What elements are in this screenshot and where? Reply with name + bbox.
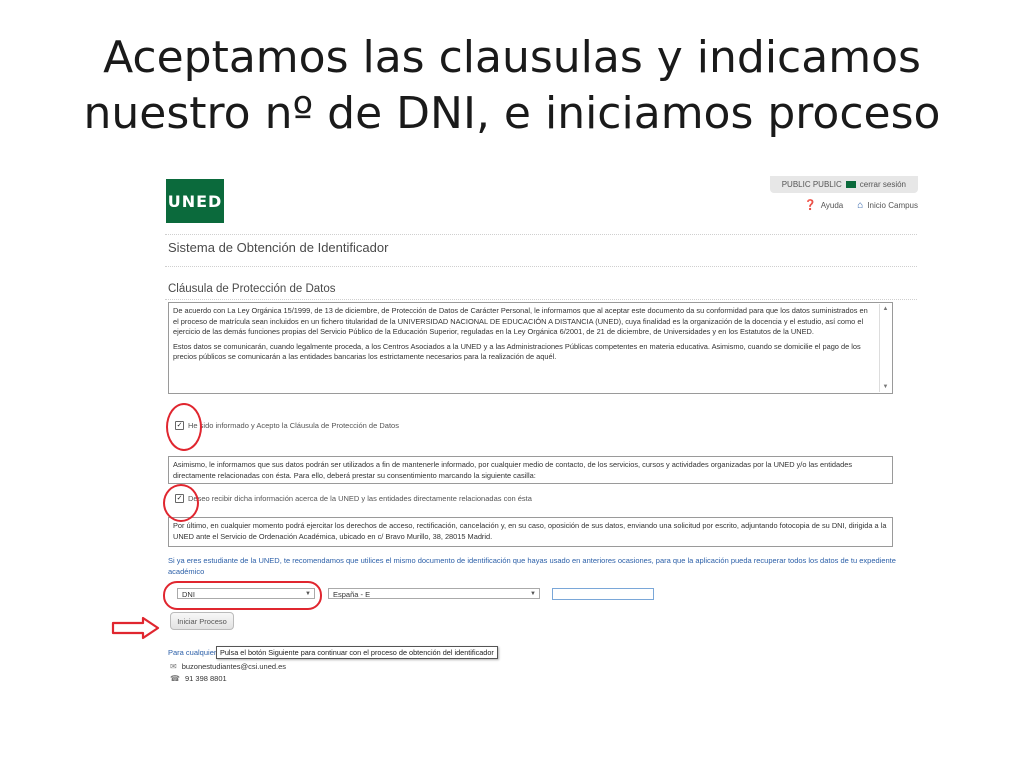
contact-prefix: Para cualquier <box>168 648 217 657</box>
annotation-circle <box>163 581 322 610</box>
start-process-button[interactable]: Iniciar Proceso <box>170 612 234 630</box>
annotation-circle <box>163 484 199 522</box>
slide-title: Aceptamos las clausulas y indicamos nues… <box>0 30 1024 142</box>
contact-phone-row: ☎ 91 398 8801 <box>170 674 227 683</box>
clause-paragraph-1: De acuerdo con La Ley Orgánica 15/1999, … <box>173 306 868 336</box>
marketing-info-box: Asimismo, le informamos que sus datos po… <box>168 456 893 484</box>
clause-textbox[interactable]: De acuerdo con La Ley Orgánica 15/1999, … <box>168 302 893 394</box>
top-nav: ❓ Ayuda ⌂ Inicio Campus <box>804 200 918 211</box>
help-link[interactable]: ❓ Ayuda <box>804 200 843 211</box>
home-icon: ⌂ <box>857 200 864 211</box>
flag-icon <box>845 181 856 188</box>
rights-info-box: Por último, en cualquier momento podrá e… <box>168 517 893 547</box>
home-link[interactable]: ⌂ Inicio Campus <box>857 200 918 211</box>
user-bar: PUBLIC PUBLIC cerrar sesión <box>769 176 918 193</box>
user-name: PUBLIC PUBLIC <box>781 180 842 189</box>
annotation-circle <box>166 403 202 451</box>
clause-paragraph-2: Estos datos se comunicarán, cuando legal… <box>173 341 861 362</box>
divider <box>165 266 917 267</box>
divider <box>165 234 917 235</box>
scroll-down-icon[interactable]: ▼ <box>880 382 891 393</box>
student-note: Si ya eres estudiante de la UNED, te rec… <box>168 556 896 576</box>
help-icon: ❓ <box>804 200 817 211</box>
logo-text: UNED <box>167 191 223 211</box>
uned-screenshot: UNED PUBLIC PUBLIC cerrar sesión ❓ Ayuda … <box>165 176 920 706</box>
slide-title-line-2: nuestro nº de DNI, e iniciamos proceso <box>83 88 941 139</box>
scroll-up-icon[interactable]: ▲ <box>880 304 891 315</box>
document-number-input[interactable] <box>552 588 654 600</box>
mail-icon: ✉ <box>170 662 177 671</box>
uned-logo[interactable]: UNED <box>166 179 224 223</box>
accept-clause-row: ✓ He sido informado y Acepto la Cláusula… <box>175 421 399 430</box>
accept-clause-label: He sido informado y Acepto la Cláusula d… <box>188 421 399 430</box>
slide-title-line-1: Aceptamos las clausulas y indicamos <box>103 32 921 83</box>
country-select[interactable]: España - E ▼ <box>328 588 540 599</box>
contact-phone: 91 398 8801 <box>184 674 227 683</box>
home-label: Inicio Campus <box>867 201 918 210</box>
help-label: Ayuda <box>820 201 844 210</box>
country-value: España - E <box>333 590 371 599</box>
divider <box>165 299 917 300</box>
contact-email-row: ✉ buzonestudiantes@csi.uned.es <box>170 662 286 671</box>
logout-link[interactable]: cerrar sesión <box>860 176 906 193</box>
clause-title: Cláusula de Protección de Datos <box>168 283 336 295</box>
system-title: Sistema de Obtención de Identificador <box>168 240 389 255</box>
marketing-consent-row: ✓ Deseo recibir dicha información acerca… <box>175 494 532 503</box>
phone-icon: ☎ <box>170 674 180 683</box>
start-button-tooltip: Pulsa el botón Siguiente para continuar … <box>216 646 498 659</box>
clause-scrollbar[interactable]: ▲ ▼ <box>879 304 891 392</box>
contact-email[interactable]: buzonestudiantes@csi.uned.es <box>182 662 286 671</box>
annotation-arrow-icon <box>111 616 160 640</box>
marketing-consent-label: Deseo recibir dicha información acerca d… <box>188 494 532 503</box>
chevron-down-icon: ▼ <box>530 591 536 597</box>
